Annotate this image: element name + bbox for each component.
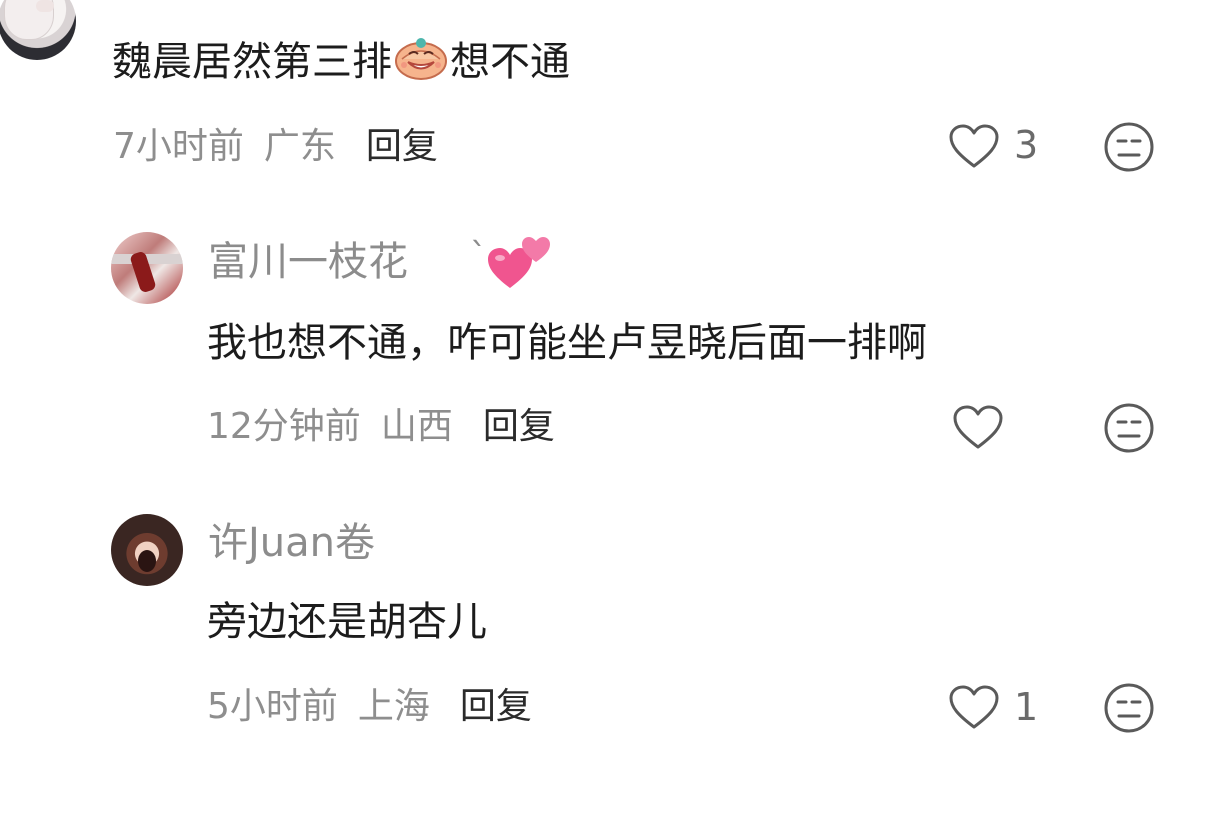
avatar[interactable] <box>0 0 76 60</box>
like-count: 3 <box>1014 123 1039 167</box>
username-suffix: ` <box>470 236 487 276</box>
reply-time: 12分钟前 <box>207 406 361 447</box>
reply-meta: 12分钟前 山西 回复 <box>207 406 555 448</box>
comment-time: 7小时前 <box>113 126 244 167</box>
like-count: 1 <box>1014 685 1039 729</box>
avatar[interactable] <box>111 514 183 586</box>
comment-meta: 7小时前 广东 回复 <box>113 126 438 168</box>
heart-outline-icon <box>949 124 999 168</box>
comment-thread: 魏晨居然第三排 想不通 7小时前 广东 回复 3 富川一枝花 ` 我也想不通，咋… <box>0 0 1230 840</box>
comment-text: 魏晨居然第三排 想不通 <box>112 37 570 85</box>
dislike-button[interactable] <box>1103 121 1155 173</box>
meh-face-icon <box>1104 683 1154 733</box>
reply-meta: 5小时前 上海 回复 <box>207 686 532 728</box>
reply-username[interactable]: 许Juan卷 <box>208 519 375 567</box>
reply-button[interactable]: 回复 <box>483 406 555 447</box>
dislike-button[interactable] <box>1103 682 1155 734</box>
comment-location: 广东 <box>263 126 336 167</box>
avatar[interactable] <box>111 232 183 304</box>
meh-face-icon <box>1104 403 1154 453</box>
reply-username[interactable]: 富川一枝花 <box>208 238 408 286</box>
reply-text: 我也想不通，咋可能坐卢昱晓后面一排啊 <box>207 320 927 366</box>
like-button[interactable] <box>948 121 1000 173</box>
reply-button[interactable]: 回复 <box>460 686 532 727</box>
two-hearts-emoji <box>486 232 552 292</box>
like-button[interactable] <box>948 682 1000 734</box>
reply-location: 上海 <box>357 686 430 727</box>
reply-text: 旁边还是胡杏儿 <box>207 599 487 645</box>
reply-button[interactable]: 回复 <box>366 126 438 167</box>
meh-face-icon <box>1104 122 1154 172</box>
grinning-face-emoji <box>394 37 448 81</box>
like-button[interactable] <box>952 402 1004 454</box>
reply-location: 山西 <box>380 406 453 447</box>
dislike-button[interactable] <box>1103 402 1155 454</box>
heart-outline-icon <box>949 685 999 729</box>
heart-outline-icon <box>953 405 1003 449</box>
reply-time: 5小时前 <box>207 686 338 727</box>
